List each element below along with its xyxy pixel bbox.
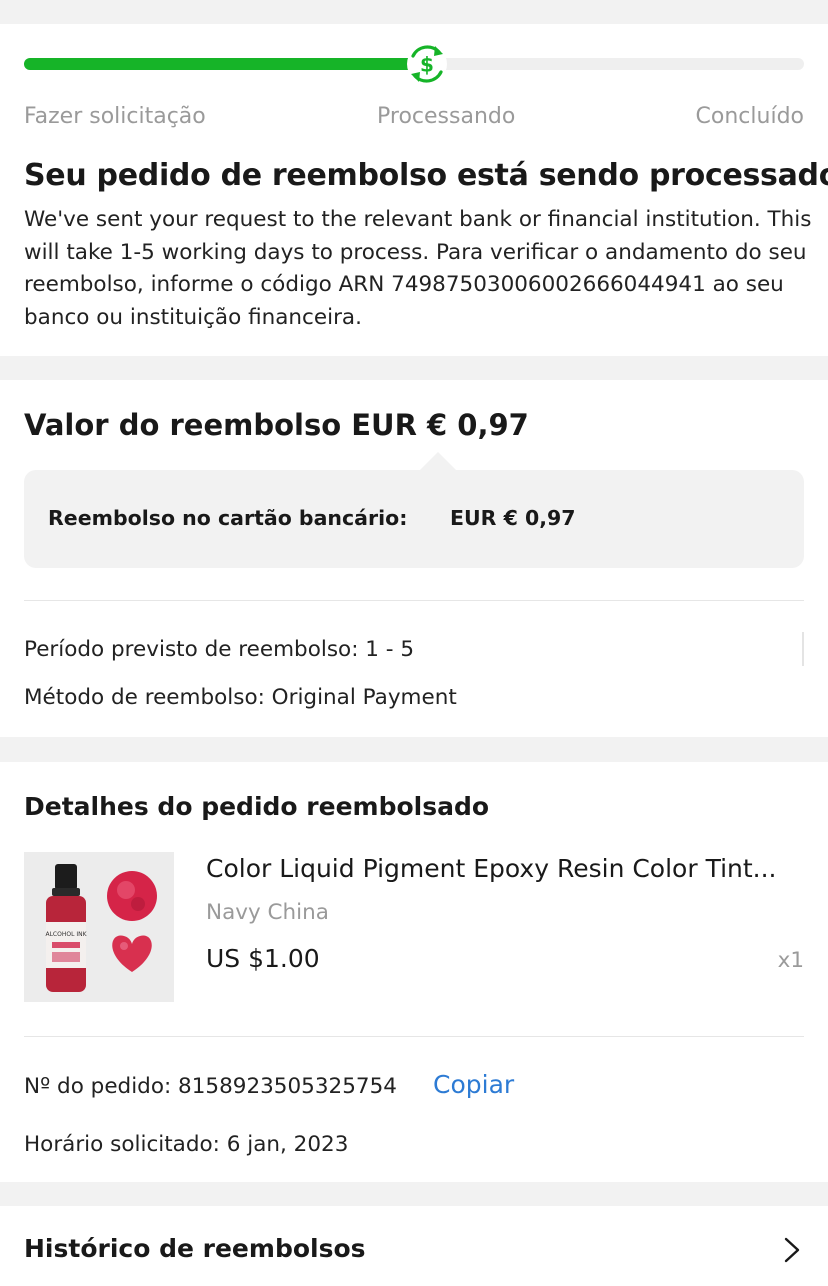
chevron-right-icon (784, 1237, 800, 1263)
product-photo: ALCOHOL INK (24, 852, 174, 1002)
product-seller: Navy China (206, 900, 329, 925)
bottle-label: ALCOHOL INK (45, 931, 87, 938)
step-processing-label: Processando (377, 104, 516, 129)
refund-history-row[interactable]: Histórico de reembolsos (0, 1206, 828, 1286)
divider (24, 1036, 804, 1037)
status-title: Seu pedido de reembolso está sendo proce… (24, 158, 828, 193)
dollar-refresh-icon: $ (407, 44, 447, 84)
status-description: We've sent your request to the relevant … (24, 207, 812, 330)
refund-amount-card: Valor do reembolso EUR € 0,97 Reembolso … (0, 380, 828, 737)
refund-method: Método de reembolso: Original Payment (24, 685, 457, 710)
divider (24, 600, 804, 601)
requested-time: Horário solicitado: 6 jan, 2023 (24, 1132, 349, 1157)
order-number: Nº do pedido: 8158923505325754 (24, 1074, 397, 1099)
refund-breakdown-label: Reembolso no cartão bancário: (48, 506, 408, 530)
refund-history-title: Histórico de reembolsos (24, 1234, 366, 1263)
refund-amount-title: Valor do reembolso EUR € 0,97 (24, 408, 529, 442)
copy-order-number-button[interactable]: Copiar (433, 1070, 514, 1099)
scroll-indicator (802, 632, 804, 666)
order-details-card: Detalhes do pedido reembolsado ALCOHOL I… (0, 762, 828, 1182)
refund-breakdown-value: EUR € 0,97 (450, 506, 576, 530)
breakdown-caret (420, 452, 456, 470)
refund-breakdown-box: Reembolso no cartão bancário: EUR € 0,97 (24, 452, 804, 568)
progress-fill (24, 58, 430, 70)
svg-text:$: $ (420, 53, 434, 77)
refund-progress-card: $ Fazer solicitação Processando Concluíd… (0, 24, 828, 356)
product-image[interactable]: ALCOHOL INK (24, 852, 174, 1002)
step-request-label: Fazer solicitação (24, 104, 206, 129)
order-details-title: Detalhes do pedido reembolsado (24, 792, 490, 821)
refund-period: Período previsto de reembolso: 1 - 5 (24, 637, 415, 662)
product-price: US $1.00 (206, 944, 320, 973)
product-quantity: x1 (777, 948, 804, 973)
product-name[interactable]: Color Liquid Pigment Epoxy Resin Color T… (206, 854, 804, 883)
step-completed-label: Concluído (695, 104, 804, 129)
